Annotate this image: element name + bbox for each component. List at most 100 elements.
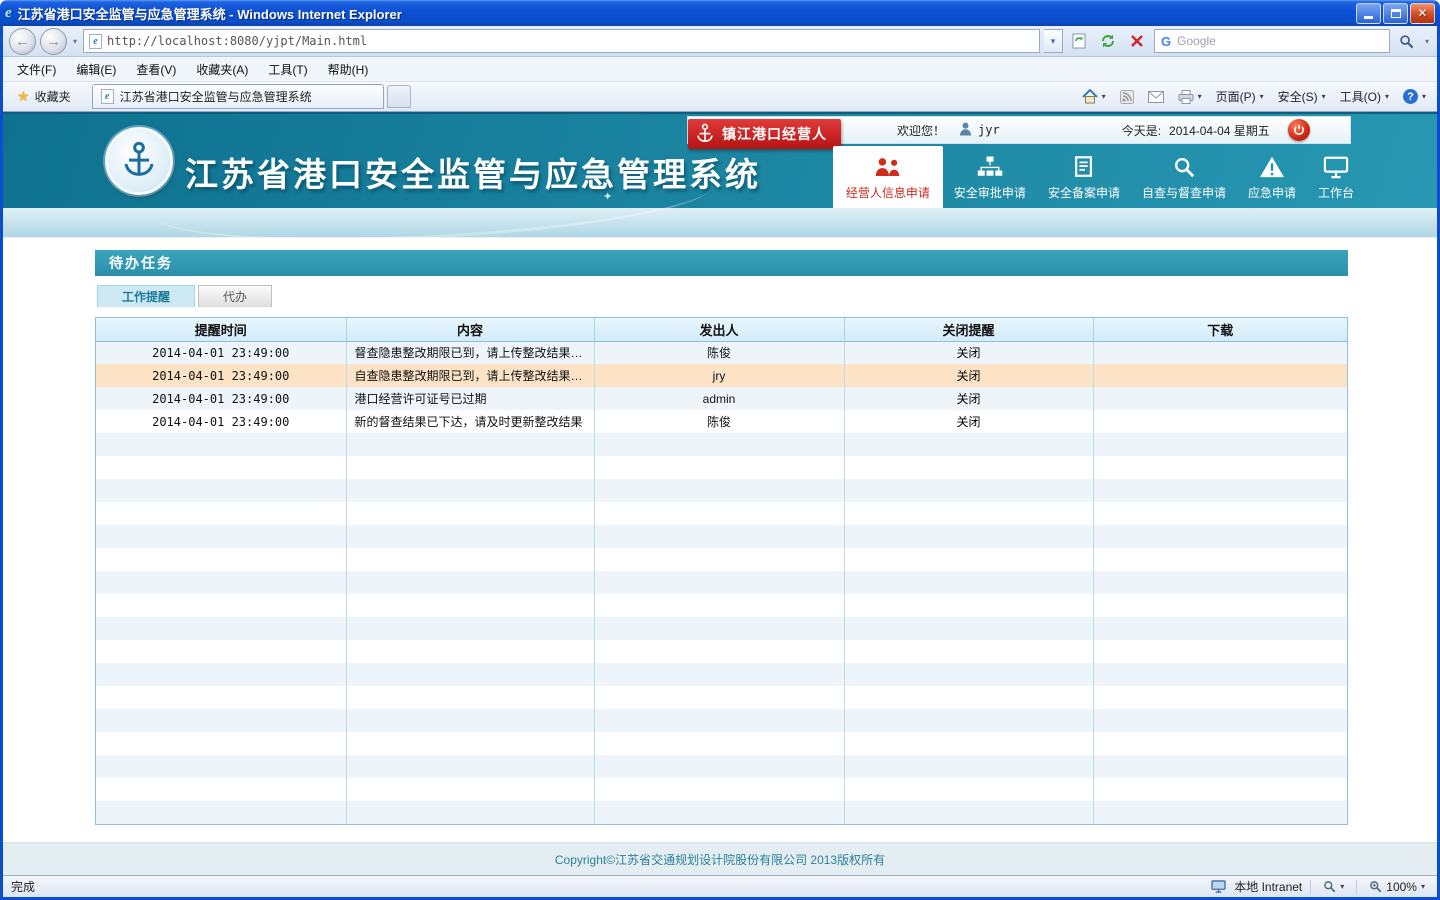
role-badge-label: 镇江港口经营人 [722,124,827,144]
cell-content: 新的督查结果已下达，请及时更新整改结果 [346,410,594,433]
feeds-button[interactable] [1114,87,1140,107]
zoom-control[interactable]: 100% ▾ [1365,879,1429,895]
cell-time: 2014-04-01 23:49:00 [96,341,346,364]
maximize-icon [1391,9,1401,18]
cell-content: 港口经营许可证号已过期 [346,387,594,410]
zone-label: 本地 Intranet [1234,878,1302,895]
favorites-bar: ★ 收藏夹 e 江苏省港口安全监管与应急管理系统 ▾ [3,82,1437,112]
read-mail-button[interactable] [1142,88,1170,106]
favorites-label: 收藏夹 [35,88,71,105]
workbench-icon [1323,155,1349,179]
search-dropdown[interactable]: ▾ [1423,35,1431,48]
help-button[interactable]: ? ▾ [1397,86,1432,107]
document-icon [1072,155,1096,179]
close-button[interactable]: ✕ [1410,3,1435,24]
back-button[interactable]: ← [9,28,36,55]
status-bar: 完成 本地 Intranet ▾ 100% ▾ [3,875,1437,897]
history-dropdown[interactable]: ▾ [71,35,79,48]
magnifier-icon [1172,155,1196,179]
cell-download [1093,387,1347,410]
menu-file[interactable]: 文件(F) [7,58,66,81]
close-icon: ✕ [1417,6,1427,20]
copyright-text: Copyright©江苏省交通规划设计院股份有限公司 2013版权所有 [555,851,885,868]
favorites-button[interactable]: ★ 收藏夹 [8,85,80,108]
page-zoom-menu[interactable]: ▾ [1319,879,1348,894]
new-tab-stub[interactable] [387,85,411,108]
power-icon [1293,124,1305,136]
nav-label: 安全审批申请 [954,184,1026,201]
stop-button[interactable] [1125,29,1150,54]
page-menu-button[interactable]: 页面(P) ▾ [1210,85,1270,108]
page-favicon-icon: e [89,34,102,49]
main-nav: 经营人信息申请 安全审批申请 安全备案申请 [833,146,1365,208]
table-row-empty [96,594,1347,617]
url-input[interactable] [107,34,1034,48]
address-bar: ← → ▾ e ▾ G ▾ [3,26,1437,57]
menu-tools[interactable]: 工具(T) [258,58,317,81]
menu-view[interactable]: 查看(V) [126,58,186,81]
org-chart-icon [976,155,1004,179]
chevron-down-icon: ▾ [1322,92,1326,101]
user-icon [959,122,972,139]
nav-item-safety-approval[interactable]: 安全审批申请 [943,150,1037,208]
print-button[interactable]: ▾ [1172,87,1208,107]
close-reminder-link[interactable]: 关闭 [956,415,980,429]
nav-item-emergency[interactable]: 应急申请 [1237,150,1307,208]
cell-download [1093,410,1347,433]
nav-item-operator-info[interactable]: 经营人信息申请 [833,146,943,208]
table-row-empty [96,433,1347,456]
logout-button[interactable] [1288,119,1310,141]
site-logo [105,127,173,195]
welcome-label: 欢迎您！ [897,122,945,139]
cell-content: 自查隐患整改期限已到，请上传整改结果… [346,364,594,387]
column-header-close: 关闭提醒 [844,318,1093,341]
table-row: 2014-04-01 23:49:00 新的督查结果已下达，请及时更新整改结果 … [96,410,1347,433]
close-reminder-link[interactable]: 关闭 [956,369,980,383]
browser-tab[interactable]: e 江苏省港口安全监管与应急管理系统 [92,84,384,109]
page-menu-label: 页面(P) [1216,88,1256,105]
search-icon [1399,34,1414,49]
search-button[interactable] [1394,29,1419,54]
maximize-button[interactable] [1383,3,1408,24]
nav-item-inspection[interactable]: 自查与督查申请 [1131,150,1237,208]
chevron-down-icon: ▾ [1102,92,1106,101]
table-row-empty [96,732,1347,755]
username: jyr [978,123,1000,137]
home-button[interactable]: ▾ [1076,86,1112,107]
forward-icon: → [46,33,61,50]
close-reminder-link[interactable]: 关闭 [956,392,980,406]
cell-time: 2014-04-01 23:49:00 [96,387,346,410]
chevron-down-icon: ▾ [1198,92,1202,101]
cell-time: 2014-04-01 23:49:00 [96,410,346,433]
safety-menu-button[interactable]: 安全(S) ▾ [1272,85,1332,108]
menu-help[interactable]: 帮助(H) [318,58,379,81]
refresh-icon [1100,33,1116,49]
compatibility-view-button[interactable] [1067,29,1092,54]
tools-menu-button[interactable]: 工具(O) ▾ [1334,85,1395,108]
table-row-empty [96,709,1347,732]
secondary-nav-band [3,208,1437,238]
close-reminder-link[interactable]: 关闭 [956,346,980,360]
url-dropdown[interactable]: ▾ [1044,29,1063,53]
nav-item-safety-record[interactable]: 安全备案申请 [1037,150,1131,208]
compatibility-icon [1071,33,1087,49]
refresh-button[interactable] [1096,29,1121,54]
forward-button[interactable]: → [40,28,67,55]
back-icon: ← [15,33,30,50]
chevron-down-icon: ▾ [1260,92,1264,101]
search-input[interactable] [1177,34,1383,48]
window-body: ← → ▾ e ▾ G ▾ [0,26,1440,900]
minimize-button[interactable] [1356,3,1381,24]
table-row-empty [96,479,1347,502]
nav-item-workbench[interactable]: 工作台 [1307,150,1365,208]
ie-logo-icon: e [5,5,12,22]
nav-label: 自查与督查申请 [1142,184,1226,201]
menu-edit[interactable]: 编辑(E) [66,58,126,81]
menu-favorites[interactable]: 收藏夹(A) [186,58,258,81]
stop-icon [1130,34,1144,48]
mail-icon [1148,91,1164,103]
tab-todo[interactable]: 代办 [198,285,272,307]
tab-work-reminder[interactable]: 工作提醒 [97,285,195,307]
table-row: 2014-04-01 23:49:00 港口经营许可证号已过期 admin 关闭 [96,387,1347,410]
cell-sender: 陈俊 [594,341,844,364]
